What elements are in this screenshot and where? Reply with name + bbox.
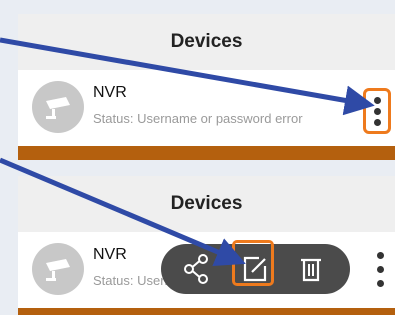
devices-header: Devices xyxy=(18,14,395,71)
page-title: Devices xyxy=(170,193,243,214)
row-divider-stripe xyxy=(18,308,395,315)
device-row[interactable]: NVR Status: Username or password error xyxy=(18,70,395,146)
devices-screen-1: Devices NVR Status: Username or password… xyxy=(18,14,395,160)
device-name: NVR xyxy=(93,246,127,263)
edit-highlight xyxy=(232,240,274,286)
device-name: NVR xyxy=(93,84,127,101)
more-options-icon[interactable] xyxy=(373,250,387,290)
trash-icon[interactable] xyxy=(291,249,331,289)
camera-avatar-icon xyxy=(32,243,84,295)
device-status: Status: Username or password error xyxy=(93,111,303,126)
devices-header: Devices xyxy=(18,176,395,233)
more-options-icon[interactable] xyxy=(363,88,391,134)
page-title: Devices xyxy=(170,31,243,52)
camera-avatar-icon xyxy=(32,81,84,133)
share-icon[interactable] xyxy=(177,249,217,289)
row-divider-stripe xyxy=(18,146,395,160)
